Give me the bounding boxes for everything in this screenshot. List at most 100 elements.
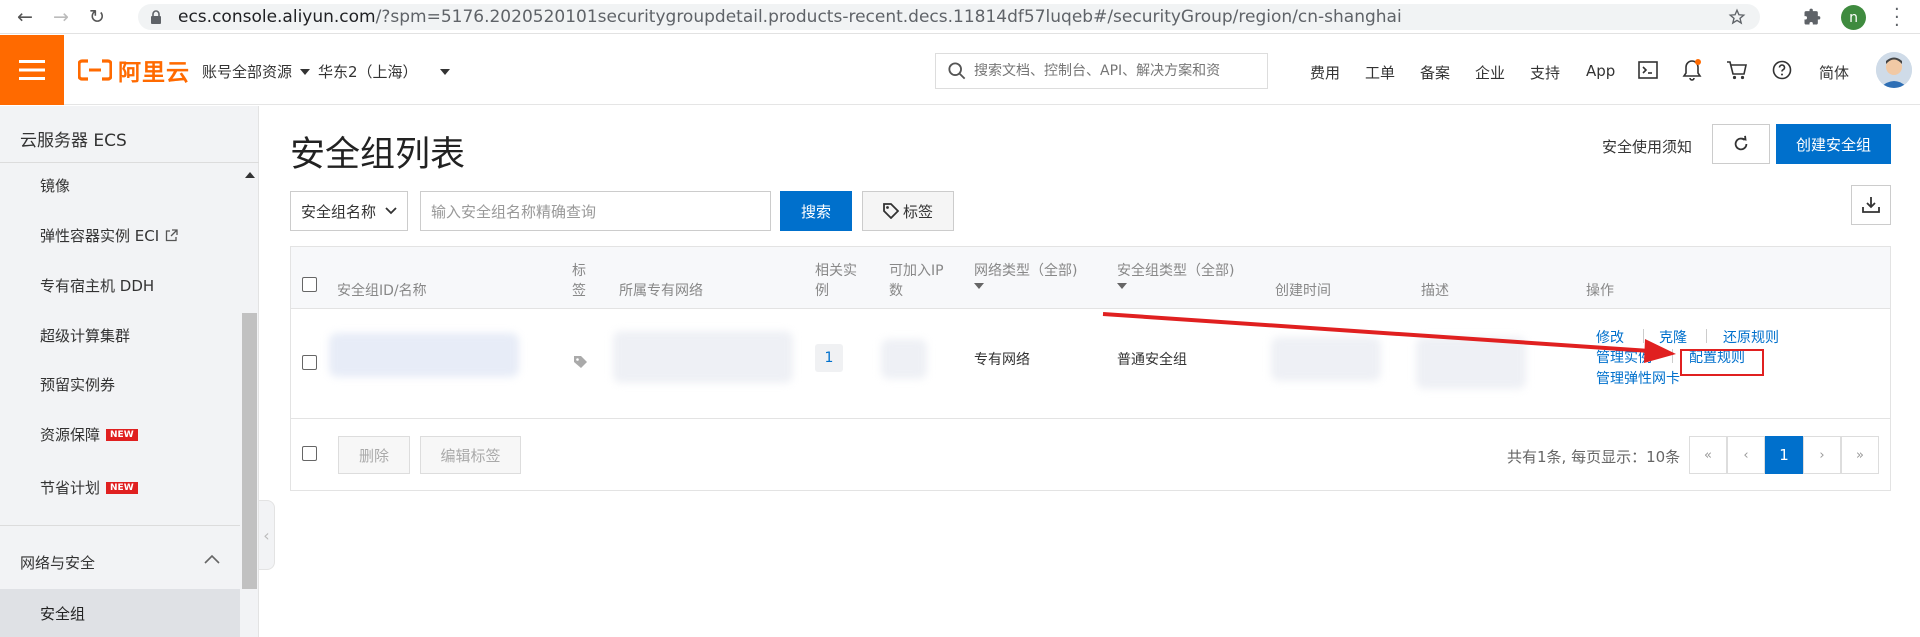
pager-last[interactable]: » [1841,436,1879,474]
redacted-vpc [613,331,793,383]
network-type-cell: 专有网络 [974,352,1030,368]
region-select[interactable]: 华东2（上海） [318,61,450,82]
restore-rules-link[interactable]: 还原规则 [1723,327,1779,347]
table-row: 1 专有网络 普通安全组 修改 克隆 还原规则 管理实例 配置规则 管理弹性网卡 [291,309,1890,419]
forward-icon[interactable]: → [50,6,72,28]
back-icon[interactable]: ← [14,6,36,28]
scroll-up-icon[interactable] [245,172,255,178]
sidebar-group-network-security[interactable]: 网络与安全 [20,552,95,573]
row-checkbox[interactable] [302,355,317,370]
export-button[interactable] [1851,185,1891,225]
sidebar-item-ddh[interactable]: 专有宿主机 DDH [40,275,154,296]
top-link-support[interactable]: 支持 [1530,62,1560,83]
header-tag-line2: 签 [572,283,586,299]
top-link-icp[interactable]: 备案 [1420,62,1450,83]
pager-prev[interactable]: ‹ [1727,436,1765,474]
sidebar-collapse-toggle[interactable]: ‹ [259,500,275,570]
header-group-type: 安全组类型（全部) [1117,263,1235,279]
pager-next[interactable]: › [1803,436,1841,474]
cart-icon[interactable] [1725,58,1749,82]
extensions-icon[interactable] [1802,7,1822,27]
global-search-input[interactable] [974,63,1244,79]
new-badge: NEW [106,481,138,494]
sidebar-item-label: 弹性容器实例 ECI [40,227,160,245]
modify-link[interactable]: 修改 [1596,327,1624,347]
account-scope-select[interactable]: 账号全部资源 [202,61,311,82]
new-badge: NEW [106,428,138,441]
address-bar[interactable]: ecs.console.aliyun.com/?spm=5176.2020520… [138,4,1760,30]
sidebar-item-reserved-instances[interactable]: 预留实例券 [40,374,115,395]
create-security-group-button[interactable]: 创建安全组 [1776,124,1891,164]
redacted-available-ips [881,339,927,379]
refresh-icon [1734,135,1748,151]
cloud-shell-icon[interactable] [1636,58,1660,82]
header-network-type-filter[interactable]: 网络类型（全部) [974,261,1077,289]
header-group-type-filter[interactable]: 安全组类型（全部) [1117,261,1234,289]
profile-initial: n [1849,9,1858,26]
sidebar-item-label: 资源保障 [40,426,101,444]
sidebar-item-security-group[interactable]: 安全组 [0,589,240,637]
pagination-info: 共有1条, 每页显示：10条 [1507,448,1681,466]
footer-select-all-checkbox[interactable] [302,446,317,461]
tag-filter-button[interactable]: 标签 [862,191,954,231]
select-all-checkbox[interactable] [302,277,317,292]
pager-first[interactable]: « [1689,436,1727,474]
sidebar-item-scc[interactable]: 超级计算集群 [40,325,130,346]
aliyun-logo[interactable]: 阿里云 [78,57,190,86]
lock-icon [151,10,161,24]
top-link-app[interactable]: App [1586,62,1615,80]
pager-current[interactable]: 1 [1765,436,1803,474]
aliyun-logo-icon [78,59,112,81]
top-link-enterprise[interactable]: 企业 [1475,62,1505,83]
tag-button-label: 标签 [902,202,933,221]
sidebar-item-images[interactable]: 镜像 [40,175,70,196]
sidebar-item-eci[interactable]: 弹性容器实例 ECI [40,225,178,246]
edit-tags-button[interactable]: 编辑标签 [420,436,521,474]
top-link-billing[interactable]: 费用 [1310,62,1340,83]
language-switch[interactable]: 简体 [1819,62,1849,83]
manage-instances-link[interactable]: 管理实例 [1596,347,1652,367]
header-created: 创建时间 [1275,283,1331,299]
url-text: ecs.console.aliyun.com/?spm=5176.2020520… [178,7,1402,27]
manage-eni-link[interactable]: 管理弹性网卡 [1596,368,1680,388]
sidebar: 云服务器 ECS 镜像 弹性容器实例 ECI 专有宿主机 DDH 超级计算集群 … [0,106,259,637]
security-group-table: 安全组ID/名称 标 签 所属专有网络 相关实 例 可加入IP 数 网络类型（全… [290,246,1891,491]
delete-button[interactable]: 删除 [338,436,410,474]
header-vpc: 所属专有网络 [619,283,703,299]
profile-avatar[interactable]: n [1841,5,1866,30]
bookmark-star-icon[interactable] [1728,8,1746,26]
filter-input-placeholder: 输入安全组名称精确查询 [431,202,597,221]
browser-menu-icon[interactable]: · · · [1894,1,1900,35]
security-notice-link[interactable]: 安全使用须知 [1602,136,1692,157]
sidebar-item-capacity-guarantee[interactable]: 资源保障 NEW [40,424,138,445]
tag-icon [883,203,899,219]
group-type-cell: 普通安全组 [1117,352,1187,368]
global-search[interactable] [935,53,1268,89]
help-icon[interactable] [1770,58,1794,82]
sidebar-scrollbar[interactable] [242,313,257,589]
sidebar-item-savings-plan[interactable]: 节省计划 NEW [40,477,138,498]
filter-field-select[interactable]: 安全组名称 [290,191,408,231]
reload-icon[interactable]: ↻ [86,6,108,28]
sidebar-item-label: 超级计算集群 [40,327,131,345]
chevron-up-icon[interactable] [204,554,220,564]
clone-link[interactable]: 克隆 [1659,327,1687,347]
header-ips-line1: 可加入IP [889,263,944,279]
hamburger-menu-button[interactable] [0,35,64,105]
sidebar-title[interactable]: 云服务器 ECS [20,126,127,151]
top-link-tickets[interactable]: 工单 [1365,62,1395,83]
search-button[interactable]: 搜索 [780,191,852,231]
header-tag-line1: 标 [572,263,586,279]
sidebar-divider [0,525,240,526]
action-separator [1706,329,1707,343]
redacted-description [1416,337,1526,389]
security-group-name-input[interactable]: 输入安全组名称精确查询 [420,191,771,231]
related-instances-count[interactable]: 1 [815,344,843,372]
tag-icon[interactable] [573,355,589,369]
sidebar-item-label: 节省计划 [40,479,101,497]
sidebar-divider [0,162,259,163]
user-avatar[interactable] [1876,52,1912,88]
header-actions: 操作 [1586,283,1614,299]
refresh-button[interactable] [1712,124,1770,164]
notification-bell-icon[interactable] [1680,58,1704,82]
